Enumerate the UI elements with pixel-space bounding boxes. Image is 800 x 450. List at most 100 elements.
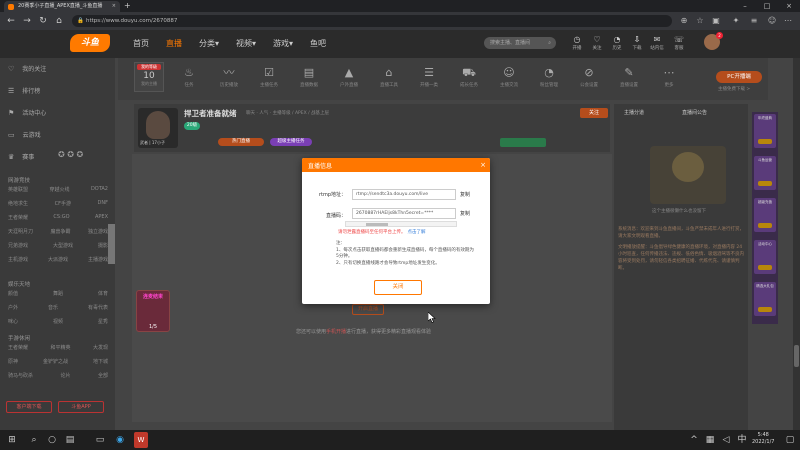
window-close-icon[interactable]: × <box>778 0 800 12</box>
search-input[interactable]: 搜索主播、直播间 ⌕ <box>484 37 556 49</box>
header-follow[interactable]: ♡ 关注 <box>589 35 605 51</box>
sidebar-category-link[interactable]: 大型游戏 <box>53 242 73 249</box>
side-activity-card[interactable]: 精选大礼包 <box>754 282 776 316</box>
header-history[interactable]: ◔ 历史 <box>609 35 625 51</box>
tab-close-icon[interactable]: × <box>112 1 116 12</box>
volume-icon[interactable]: ◁ <box>720 434 732 446</box>
sidebar-category-link[interactable]: 户外 <box>8 304 18 311</box>
tab-notice[interactable]: 直播间公告 <box>682 109 707 116</box>
level-card[interactable]: 我的等级 10 我的主播 <box>134 62 164 92</box>
sidebar-category-link[interactable]: 金铲铲之战 <box>43 358 68 365</box>
category-item[interactable]: ▤ 直播数据 <box>296 66 322 88</box>
follow-button[interactable]: 关注 <box>580 108 608 118</box>
team-logos-icon[interactable]: ✪ ✪ ✪ <box>58 150 83 159</box>
sidebar-category-link[interactable]: 天涯明月刀 <box>8 228 33 235</box>
copy-code-button[interactable]: 复制 <box>460 210 470 217</box>
network-icon[interactable]: ▦ <box>704 434 716 446</box>
sidebar-category-link[interactable]: 有毒代表 <box>88 304 108 311</box>
streamer-name[interactable]: 武者 | 17小子 <box>140 140 165 146</box>
page-scrollbar[interactable] <box>793 58 800 430</box>
sidebar-category-link[interactable]: 全部 <box>98 372 108 379</box>
sidebar-item-rank[interactable]: ☰ 排行榜 <box>8 86 40 95</box>
rtmp-field[interactable]: rtmp://sendtc3a.douyu.com/live <box>352 189 456 200</box>
sidebar-category-link[interactable]: 王者荣耀 <box>8 214 28 221</box>
sidebar-category-link[interactable]: 视频 <box>53 318 63 325</box>
nav-live[interactable]: 直播 <box>166 38 182 49</box>
start-live-button[interactable]: 开启直播 <box>352 304 384 315</box>
copy-rtmp-button[interactable]: 复制 <box>460 191 470 198</box>
back-icon[interactable]: ← <box>4 14 18 28</box>
sidebar-category-link[interactable]: DOTA2 <box>91 186 108 193</box>
file-explorer-icon[interactable]: ▭ <box>94 434 106 446</box>
category-item[interactable]: ♨ 任务 <box>176 66 202 88</box>
browser-tab[interactable]: 20赛季小子直播_APEX直播_斗鱼直播 × <box>4 1 120 12</box>
pc-broadcast-link[interactable]: 主播免费下载 > <box>718 86 750 92</box>
taskbar-clock[interactable]: 5:48 2022/1/7 <box>752 432 774 446</box>
side-activity-card[interactable]: 活动中心 <box>754 240 776 274</box>
sidebar-category-link[interactable]: 体育 <box>98 290 108 297</box>
ime-icon[interactable]: 中 <box>736 434 748 446</box>
bookmark-star-icon[interactable]: ☆ <box>694 15 706 27</box>
reload-icon[interactable]: ↻ <box>36 14 50 28</box>
sidebar-category-link[interactable]: 地下城 <box>93 358 108 365</box>
sidebar-category-link[interactable]: 大派游戏 <box>48 256 68 263</box>
category-item[interactable]: ◔ 粉丝管理 <box>536 66 562 88</box>
sidebar-category-link[interactable]: 论片 <box>60 372 70 379</box>
sidebar-category-link[interactable]: CF手游 <box>55 200 71 207</box>
category-item[interactable]: ☑ 主播任务 <box>256 66 282 88</box>
sidebar-item-events[interactable]: ⚑ 活动中心 <box>8 108 46 117</box>
category-item[interactable]: ⌂ 直播工具 <box>376 66 402 88</box>
side-activity-card[interactable]: 超级充值 <box>754 198 776 232</box>
category-item[interactable]: 〰历史播放 <box>216 66 242 88</box>
sidebar-category-link[interactable]: 舞蹈 <box>53 290 63 297</box>
pc-broadcast-button[interactable]: PC开播端 <box>716 71 762 83</box>
code-field-scrollbar[interactable] <box>345 221 457 227</box>
sidebar-category-link[interactable]: 骑马与砍杀 <box>8 372 33 379</box>
sidebar-category-link[interactable]: CS:GO <box>53 214 69 221</box>
nav-video[interactable]: 视频▾ <box>236 38 256 49</box>
sidebar-category-link[interactable]: 星秀 <box>98 318 108 325</box>
extensions-icon[interactable]: ✦ <box>730 15 742 27</box>
nav-games[interactable]: 游戏▾ <box>273 38 293 49</box>
sidebar-category-link[interactable]: 音乐 <box>48 304 58 311</box>
header-download[interactable]: ⇩ 下载 <box>629 35 645 51</box>
dialog-close-button[interactable]: 关闭 <box>374 280 422 295</box>
notifications-icon[interactable]: ▢ <box>784 434 796 446</box>
edge-browser-icon[interactable]: ◉ <box>114 434 126 446</box>
more-menu-icon[interactable]: ⋯ <box>782 15 794 27</box>
header-service[interactable]: ☏ 客服 <box>671 35 687 51</box>
hot-pill[interactable]: 热门直播 <box>218 138 264 146</box>
profile-icon[interactable]: ☺ <box>766 15 778 27</box>
sidebar-category-link[interactable]: 兄弟游戏 <box>8 242 28 249</box>
sidebar-item-esports[interactable]: ♛ 赛事 <box>8 152 34 161</box>
dialog-close-icon[interactable]: × <box>478 160 488 170</box>
sidebar-item-cloud-game[interactable]: ▭ 云游戏 <box>8 130 41 139</box>
nav-fishbar[interactable]: 鱼吧 <box>310 38 326 49</box>
app-download-button[interactable]: 斗鱼APP <box>58 401 104 413</box>
tray-expand-icon[interactable]: ^ <box>688 434 700 446</box>
maximize-icon[interactable]: □ <box>756 0 778 12</box>
sidebar-category-link[interactable]: 魔兽争霸 <box>50 228 70 235</box>
category-item[interactable]: ▲ 户外直播 <box>336 66 362 88</box>
collections-icon[interactable]: ▣ <box>710 15 722 27</box>
header-broadcast[interactable]: ◷ 开播 <box>569 35 585 51</box>
douyu-logo[interactable]: 斗鱼 <box>70 34 110 52</box>
sidebar-category-link[interactable]: 咪心 <box>8 318 18 325</box>
client-download-button[interactable]: 客户端下载 <box>6 401 52 413</box>
sidebar-category-link[interactable]: 独立游戏 <box>88 228 108 235</box>
windows-start-icon[interactable]: ⊞ <box>6 434 18 446</box>
category-item[interactable]: ☰ 开播一类 <box>416 66 442 88</box>
home-icon[interactable]: ⌂ <box>52 14 66 28</box>
task-pill[interactable]: 超级主播任务 <box>270 138 312 146</box>
cortana-icon[interactable]: ○ <box>46 434 58 446</box>
sidebar-category-link[interactable]: 和平精英 <box>50 344 70 351</box>
new-tab-icon[interactable]: + <box>124 0 131 12</box>
sidebar-category-link[interactable]: 绝地求生 <box>8 200 28 207</box>
sidebar-category-link[interactable]: 大发现 <box>93 344 108 351</box>
sidebar-category-link[interactable]: 英雄联盟 <box>8 186 28 193</box>
search-icon[interactable]: ⌕ <box>548 37 551 49</box>
office-app-icon[interactable]: W <box>134 432 148 448</box>
sidebar-category-link[interactable]: 穿越火线 <box>49 186 69 193</box>
sidebar-collapse-handle[interactable] <box>108 224 115 264</box>
forward-icon[interactable]: → <box>20 14 34 28</box>
